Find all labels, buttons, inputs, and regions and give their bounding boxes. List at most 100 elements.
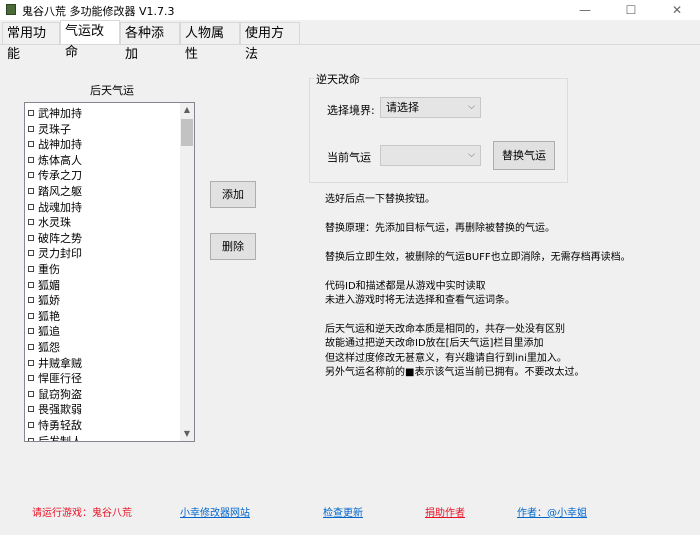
- unowned-marker-icon: [28, 125, 34, 132]
- note-line: 未进入游戏时将无法选择和查看气运词条。: [325, 295, 515, 306]
- scrollbar[interactable]: ▲ ▼: [180, 103, 194, 441]
- list-item[interactable]: 踏风之躯: [28, 184, 82, 199]
- title-bar: 鬼谷八荒 多功能修改器 V1.7.3 — ☐ ✕: [0, 0, 700, 20]
- list-item[interactable]: 畏强欺弱: [28, 402, 82, 417]
- unowned-marker-icon: [28, 437, 34, 441]
- tab-luck[interactable]: 气运改命: [60, 20, 120, 60]
- unowned-marker-icon: [28, 234, 34, 241]
- realm-select[interactable]: 请选择 ⌵: [380, 97, 481, 118]
- unowned-marker-icon: [28, 203, 34, 210]
- unowned-marker-icon: [28, 297, 34, 304]
- minimize-button[interactable]: —: [562, 0, 608, 20]
- list-item-label: 狐娇: [38, 294, 60, 308]
- list-item[interactable]: 狐媚: [28, 278, 60, 293]
- list-item-label: 狐艳: [38, 309, 60, 323]
- author-link[interactable]: 作者：@小幸姐: [517, 504, 587, 519]
- maximize-button[interactable]: ☐: [608, 0, 654, 20]
- luck-listbox[interactable]: 武神加持灵珠子 战神加持 炼体高人传承之刀 踏风之躯 战魂加持水灵珠 破阵之势灵力封印重伤…: [24, 102, 195, 442]
- list-item-label: 传承之刀: [38, 169, 82, 183]
- check-update-link[interactable]: 检查更新: [323, 504, 363, 519]
- delete-button[interactable]: 删除: [210, 233, 256, 260]
- chevron-down-icon: ⌵: [468, 150, 475, 160]
- replace-luck-button[interactable]: 替换气运: [493, 141, 555, 170]
- note-line: 替换后立即生效，被删除的气运BUFF也立即消除，无需存档再读档。: [325, 252, 631, 263]
- list-item-label: 重伤: [38, 263, 60, 276]
- unowned-marker-icon: [28, 219, 34, 226]
- list-item[interactable]: 鼠窃狗盗: [28, 387, 82, 402]
- unowned-marker-icon: [28, 281, 34, 288]
- list-item[interactable]: 灵珠子: [28, 122, 71, 137]
- scroll-down-icon[interactable]: ▼: [180, 427, 194, 441]
- unowned-marker-icon: [28, 141, 34, 148]
- list-item[interactable]: 恃勇轻敌: [28, 418, 82, 433]
- list-item-label: 后发制人: [38, 434, 82, 442]
- donate-link[interactable]: 捐助作者: [425, 504, 465, 519]
- list-item[interactable]: 破阵之势: [28, 231, 82, 246]
- tab-attributes[interactable]: 人物属性: [180, 22, 240, 62]
- fate-group-title: 逆天改命: [314, 71, 362, 87]
- list-item[interactable]: 井贼拿贼: [28, 356, 82, 371]
- list-item[interactable]: 战魂加持: [28, 200, 82, 215]
- realm-label: 选择境界:: [327, 104, 375, 117]
- list-item-label: 武神加持: [38, 107, 82, 120]
- app-icon: [6, 4, 16, 15]
- unowned-marker-icon: [28, 188, 34, 194]
- add-button[interactable]: 添加: [210, 181, 256, 208]
- list-item[interactable]: 水灵珠: [28, 215, 71, 230]
- current-luck-label: 当前气运: [327, 151, 371, 164]
- close-button[interactable]: ✕: [654, 0, 700, 20]
- note-line: 选好后点一下替换按钮。: [325, 194, 435, 205]
- list-item-label: 畏强欺弱: [38, 403, 82, 417]
- list-item-label: 灵力封印: [38, 247, 82, 261]
- list-item-label: 战魂加持: [38, 200, 82, 214]
- tab-common[interactable]: 常用功能: [2, 22, 60, 62]
- tab-add[interactable]: 各种添加: [120, 22, 180, 62]
- tab-usage[interactable]: 使用方法: [240, 22, 300, 62]
- list-item-label: 悍匪行径: [38, 372, 82, 386]
- list-item[interactable]: 武神加持: [28, 106, 82, 121]
- list-item[interactable]: 重伤: [28, 262, 60, 277]
- realm-select-value: 请选择: [386, 101, 419, 114]
- list-item-label: 炼体高人: [38, 153, 82, 167]
- unowned-marker-icon: [28, 266, 34, 272]
- current-luck-select[interactable]: ⌵: [380, 145, 481, 166]
- list-item-label: 鼠窃狗盗: [38, 387, 82, 401]
- note-line: 后天气运和逆天改命本质是相同的，共存一处没有区别: [325, 324, 565, 335]
- note-line: 但这样过度修改无甚意义，有兴趣请自行到ini里加入。: [325, 353, 567, 364]
- unowned-marker-icon: [28, 406, 34, 413]
- website-link[interactable]: 小幸修改器网站: [180, 504, 250, 519]
- list-item[interactable]: 狐娇: [28, 293, 60, 308]
- list-item-label: 破阵之势: [38, 231, 82, 245]
- list-item[interactable]: 悍匪行径: [28, 371, 82, 386]
- unowned-marker-icon: [28, 390, 34, 397]
- scroll-thumb[interactable]: [181, 119, 193, 146]
- list-item[interactable]: 灵力封印: [28, 246, 82, 261]
- list-item-label: 战神加持: [38, 138, 82, 152]
- game-status: 请运行游戏：鬼谷八荒: [32, 508, 132, 519]
- unowned-marker-icon: [28, 156, 34, 163]
- list-item-label: 狐媚: [38, 278, 60, 292]
- unowned-marker-icon: [28, 172, 34, 179]
- note-line: 代码ID和描述都是从游戏中实时读取: [325, 281, 486, 292]
- list-item-label: 狐怨: [38, 341, 60, 354]
- note-line: 故能通过把逆天改命ID放在[后天气运]栏目里添加: [325, 338, 544, 349]
- scroll-up-icon[interactable]: ▲: [180, 103, 194, 117]
- unowned-marker-icon: [28, 344, 34, 350]
- list-item[interactable]: 后发制人: [28, 434, 82, 442]
- list-item-label: 井贼拿贼: [38, 356, 82, 370]
- note-line: 另外气运名称前的■表示该气运当前已拥有。不要改太过。: [325, 367, 585, 378]
- unowned-marker-icon: [28, 110, 34, 116]
- list-item[interactable]: 炼体高人: [28, 153, 82, 168]
- luck-list-label: 后天气运: [90, 84, 134, 97]
- list-item-label: 水灵珠: [38, 216, 71, 230]
- unowned-marker-icon: [28, 375, 34, 382]
- list-item-label: 恃勇轻敌: [38, 419, 82, 432]
- list-item[interactable]: 传承之刀: [28, 168, 82, 183]
- chevron-down-icon: ⌵: [468, 102, 475, 112]
- unowned-marker-icon: [28, 312, 34, 319]
- note-line: 替换原理：先添加目标气运，再删除被替换的气运。: [325, 223, 555, 234]
- list-item[interactable]: 狐艳: [28, 309, 60, 324]
- list-item[interactable]: 战神加持: [28, 137, 82, 152]
- list-item[interactable]: 狐怨: [28, 340, 60, 355]
- list-item[interactable]: 狐追: [28, 324, 60, 339]
